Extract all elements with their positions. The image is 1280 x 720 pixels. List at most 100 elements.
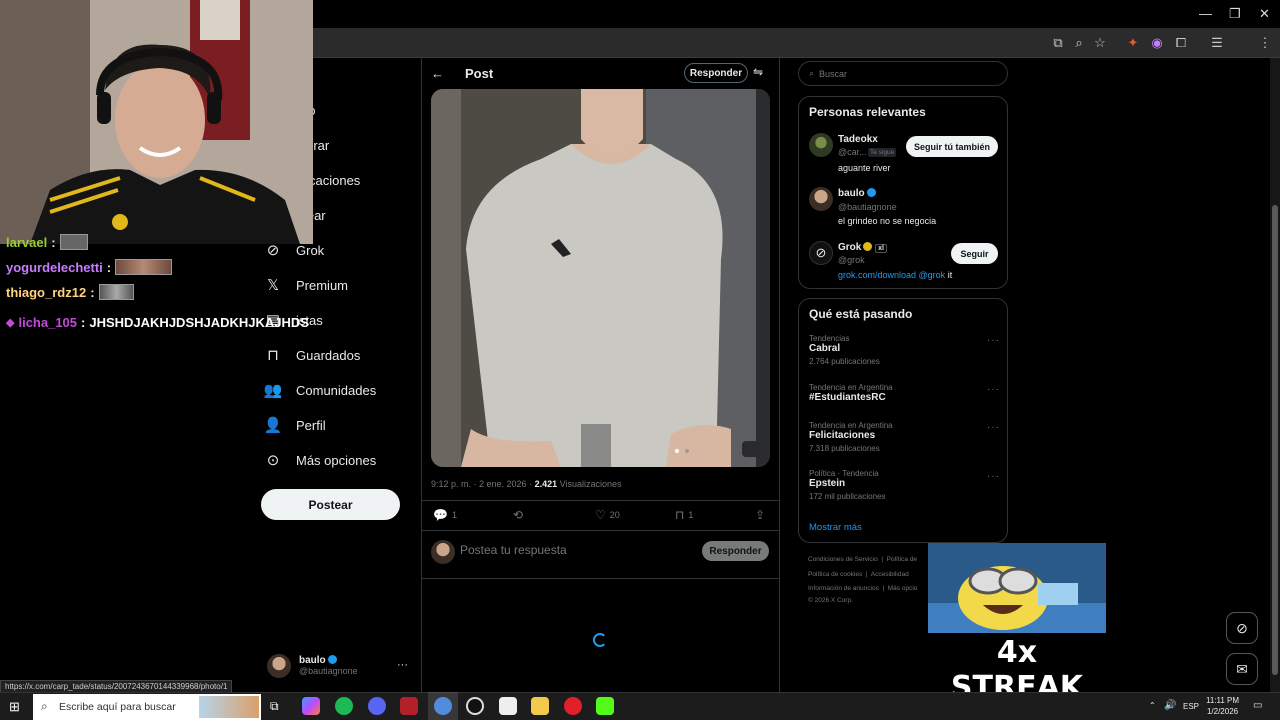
share-icon: ⇪	[755, 508, 766, 522]
reply-icon: 💬	[433, 508, 448, 522]
trend-item[interactable]: Tendencias Cabral 2.764 publicaciones	[809, 334, 880, 366]
footer-links: Condiciones de Servicio | Política de	[808, 556, 918, 563]
account-switcher[interactable]: baulo @bautiagnone	[299, 655, 358, 676]
taskbar-search-input[interactable]: Escribe aquí para buscar	[59, 701, 176, 713]
account-more-icon[interactable]: ···	[397, 659, 408, 671]
trend-more-icon[interactable]: ···	[987, 384, 1000, 395]
post-views-label: Visualizaciones	[559, 479, 622, 489]
restore-icon[interactable]: ❐	[1229, 7, 1241, 21]
trend-more-icon[interactable]: ···	[987, 471, 1000, 482]
person-name[interactable]: Tadeokx	[838, 134, 878, 145]
reply-action[interactable]: 💬 1	[433, 508, 457, 522]
bio-link[interactable]: grok.com/download @grok	[838, 270, 945, 280]
person-name-row[interactable]: baulo	[838, 188, 876, 199]
trend-item[interactable]: Tendencia en Argentina Felicitaciones 7.…	[809, 421, 893, 453]
chat-emote	[115, 259, 173, 275]
post-button[interactable]: Postear	[261, 489, 400, 520]
grok-avatar-icon[interactable]: ⊘	[809, 241, 833, 265]
discord-icon[interactable]	[368, 697, 386, 715]
opera-icon[interactable]	[564, 697, 582, 715]
close-icon[interactable]: ✕	[1259, 7, 1270, 21]
nav-label: Comunidades	[296, 382, 377, 398]
footer-link[interactable]: Política de cookies	[808, 571, 862, 578]
trend-item[interactable]: Tendencia en Argentina #EstudiantesRC	[809, 383, 893, 403]
follow-button[interactable]: Seguir	[951, 243, 998, 264]
browser-menu-icon[interactable]: ⋮	[1257, 35, 1273, 51]
x-logo-icon: 𝕏	[266, 277, 280, 294]
trends-title: Qué está pasando	[809, 307, 913, 321]
footer-link[interactable]: Información de anuncios	[808, 585, 879, 592]
capcut-icon[interactable]	[499, 697, 517, 715]
footer-link[interactable]: Accesibilidad	[871, 571, 909, 578]
like-action[interactable]: ♡ 20	[595, 508, 620, 522]
verified-badge-icon	[327, 655, 337, 664]
page-scrollbar-thumb[interactable]	[1272, 205, 1278, 675]
search-field[interactable]: ⌕ Buscar	[798, 61, 1008, 86]
language-indicator[interactable]: ESP	[1183, 702, 1199, 711]
trend-item[interactable]: Política · Tendencia Epstein 172 mil pub…	[809, 469, 886, 501]
reply-count: 1	[451, 510, 457, 520]
install-app-icon[interactable]: ⧉	[1050, 35, 1066, 51]
back-arrow-icon[interactable]: ←	[431, 66, 444, 81]
obs-icon[interactable]	[466, 697, 484, 715]
file-explorer-icon[interactable]	[531, 697, 549, 715]
messages-fab-icon[interactable]: ✉	[1226, 653, 1258, 685]
windows-start-icon[interactable]: ⊞	[9, 699, 20, 715]
reply-input[interactable]: Postea tu respuesta	[460, 543, 567, 557]
avatar[interactable]	[809, 187, 833, 211]
account-name: baulo	[299, 655, 326, 666]
reading-list-icon[interactable]: ☰	[1209, 35, 1225, 51]
volume-icon[interactable]: 🔊	[1164, 700, 1176, 711]
extension-icon[interactable]: ✦	[1125, 35, 1141, 51]
search-highlight-image	[199, 696, 259, 718]
chat-message: thiago_rdz12:	[6, 284, 134, 300]
footer-link[interactable]: Política de	[887, 556, 917, 563]
nav-bookmarks[interactable]: ⊓ Guardados	[262, 340, 360, 370]
post-photo[interactable]	[431, 89, 770, 467]
trend-name: Epstein	[809, 478, 846, 489]
notifications-icon[interactable]: ▭	[1253, 700, 1262, 711]
show-more-link[interactable]: Mostrar más	[809, 522, 862, 533]
task-view-icon[interactable]: ⧉	[270, 699, 279, 714]
nav-more[interactable]: ⊙ Más opciones	[262, 445, 377, 475]
tray-chevron-icon[interactable]: ⌃	[1149, 701, 1156, 710]
footer-link[interactable]: Más opcio	[888, 585, 918, 592]
reply-submit-button[interactable]: Responder	[702, 541, 769, 561]
zoom-icon[interactable]: ⌕	[1071, 35, 1087, 51]
grok-fab-icon[interactable]: ⊘	[1226, 612, 1258, 644]
spotify-icon[interactable]	[335, 697, 353, 715]
nav-premium[interactable]: 𝕏 Premium	[262, 270, 348, 300]
chat-separator: :	[81, 315, 86, 330]
filter-sliders-icon[interactable]: ⇋	[753, 65, 763, 79]
trend-context: Tendencias	[809, 334, 850, 343]
bookmark-count: 1	[688, 510, 694, 520]
person-name-row[interactable]: Grok xl	[838, 242, 887, 253]
nav-profile[interactable]: 👤 Perfil	[262, 410, 326, 440]
footer-links: Información de anuncios | Más opcio	[808, 585, 918, 592]
header-reply-button[interactable]: Responder	[684, 63, 748, 83]
taskbar-search[interactable]: ⌕ Escribe aquí para buscar	[33, 694, 261, 720]
app-icon[interactable]	[400, 697, 418, 715]
chat-emote	[59, 234, 88, 250]
trend-more-icon[interactable]: ···	[987, 335, 1000, 346]
copilot-icon[interactable]	[302, 697, 320, 715]
avatar[interactable]	[809, 133, 833, 157]
nav-communities[interactable]: 👥 Comunidades	[262, 375, 377, 405]
kick-icon[interactable]	[596, 697, 614, 715]
footer-link[interactable]: Condiciones de Servicio	[808, 556, 878, 563]
share-action[interactable]: ⇪	[755, 508, 765, 522]
repost-action[interactable]: ⟲	[513, 508, 527, 522]
bookmark-star-icon[interactable]: ☆	[1092, 35, 1108, 51]
bookmark-action[interactable]: ⊓ 1	[675, 508, 693, 522]
search-input[interactable]: Buscar	[819, 69, 847, 79]
minimize-icon[interactable]: —	[1199, 7, 1212, 21]
trend-more-icon[interactable]: ···	[987, 422, 1000, 433]
chat-text: JHSHDJAKHJDSHJADKHJKAJHDS	[89, 315, 309, 330]
follow-back-button[interactable]: Seguir tú también	[906, 136, 998, 157]
people-icon: 👥	[263, 382, 283, 399]
account-avatar[interactable]	[267, 654, 291, 678]
extension-color-icon[interactable]: ◉	[1149, 35, 1165, 51]
webcam-overlay	[0, 0, 313, 244]
extensions-puzzle-icon[interactable]: ⧠	[1173, 35, 1189, 51]
clock[interactable]: 11:11 PM 1/2/2026	[1206, 695, 1239, 717]
